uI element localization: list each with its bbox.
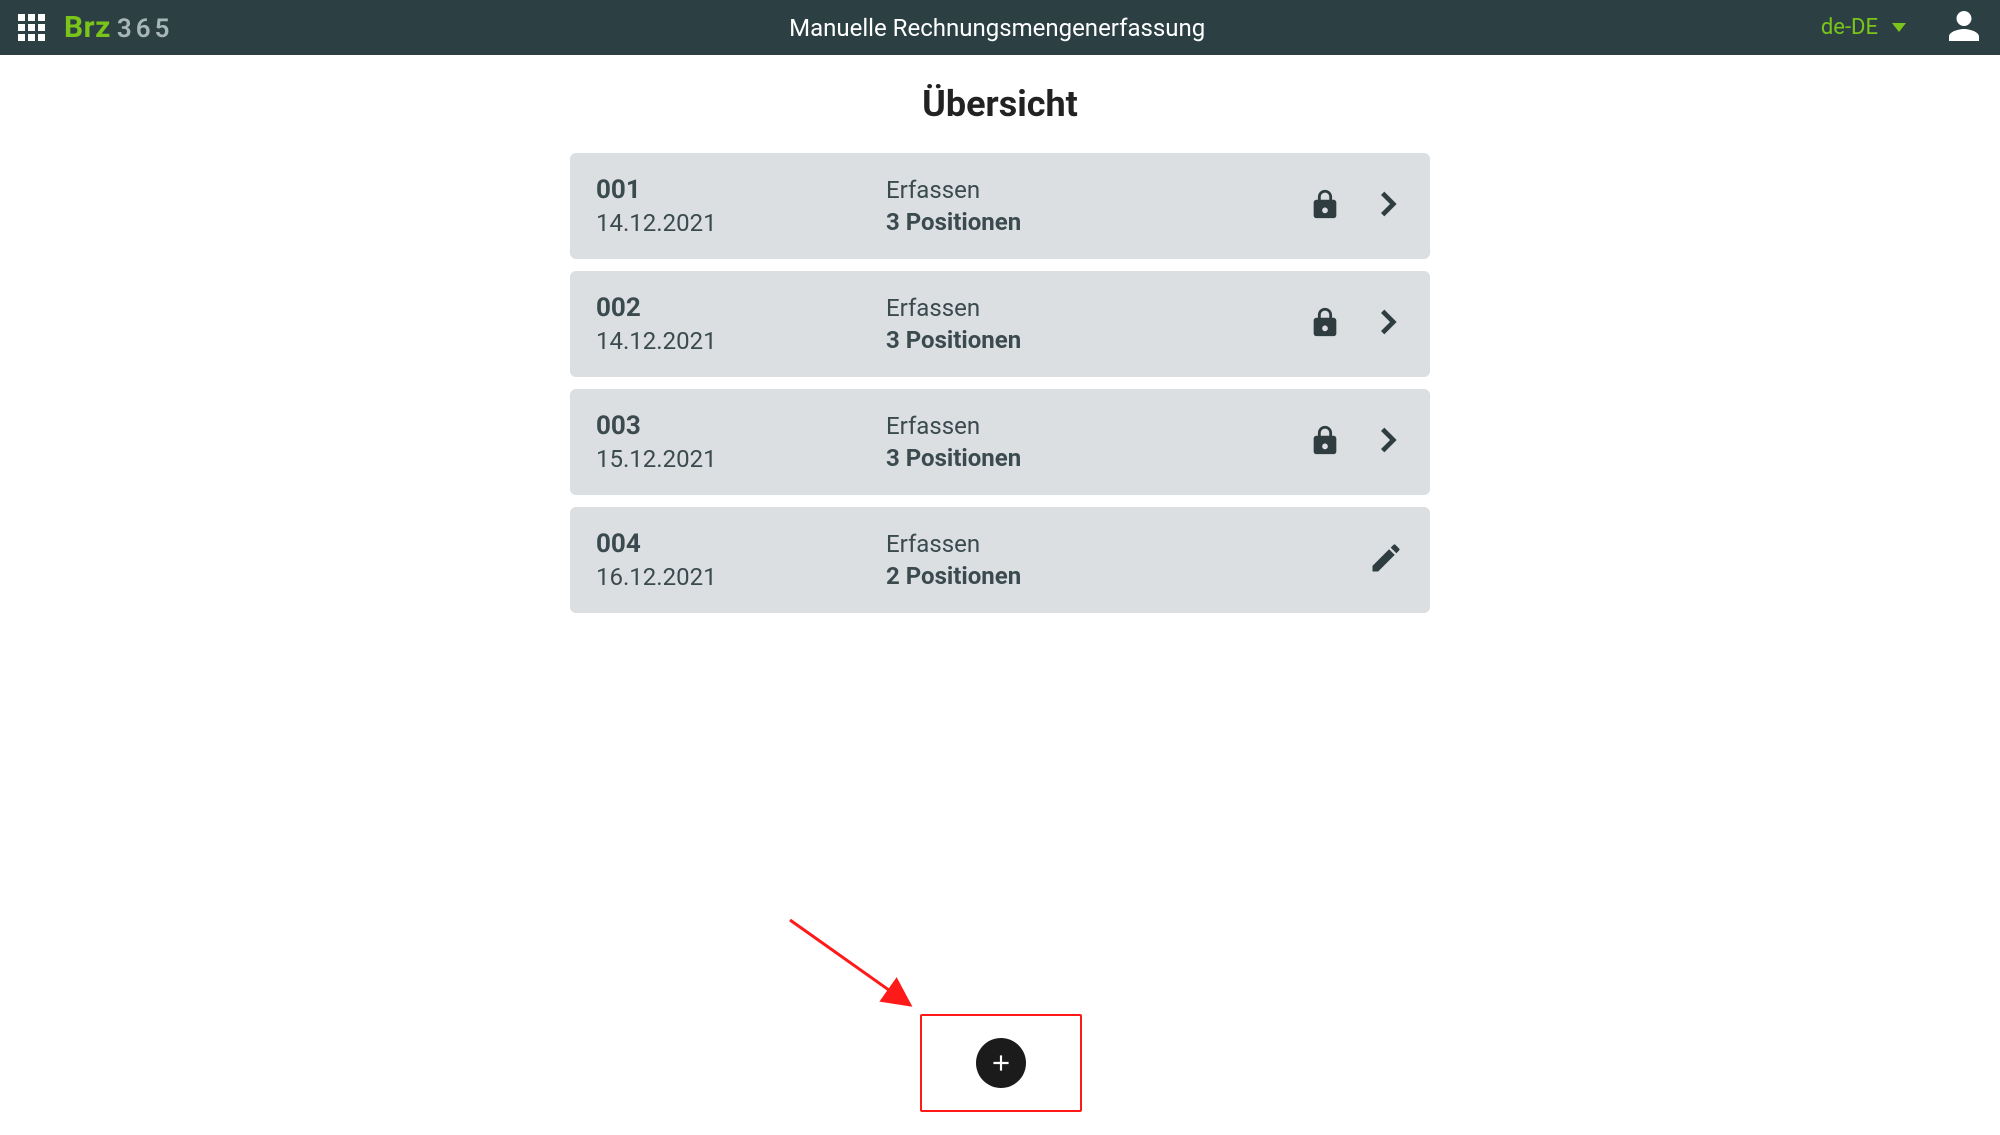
entry-id-col: 001 14.12.2021 <box>596 175 886 237</box>
entry-status: Erfassen <box>886 176 1308 204</box>
app-title: Manuelle Rechnungsmengenerfassung <box>173 14 1820 42</box>
list-item[interactable]: 004 16.12.2021Erfassen 2 Positionen <box>570 507 1430 613</box>
brand-logo: Brz365 <box>64 10 173 45</box>
entry-date: 15.12.2021 <box>596 445 886 473</box>
entry-id: 001 <box>596 175 886 205</box>
edit-icon[interactable] <box>1368 540 1404 580</box>
entry-id-col: 004 16.12.2021 <box>596 529 886 591</box>
entry-positions: 3 Positionen <box>886 444 1308 472</box>
entry-icons <box>1308 302 1404 346</box>
logo-main: Brz <box>64 10 111 45</box>
entries-list: 00114.12.2021Erfassen3 Positionen00214.1… <box>570 153 1430 613</box>
entry-id-col: 002 14.12.2021 <box>596 293 886 355</box>
entry-date: 16.12.2021 <box>596 563 886 591</box>
language-label: de-DE <box>1821 15 1878 40</box>
list-item[interactable]: 002 14.12.2021Erfassen 3 Positionen <box>570 271 1430 377</box>
entry-positions: 2 Positionen <box>886 562 1368 590</box>
user-menu-icon[interactable] <box>1946 8 1982 48</box>
entry-status: Erfassen <box>886 294 1308 322</box>
lock-icon <box>1308 420 1342 464</box>
entry-id: 002 <box>596 293 886 323</box>
entry-status: Erfassen <box>886 530 1368 558</box>
entry-status-col: Erfassen 3 Positionen <box>886 294 1308 354</box>
add-button[interactable] <box>976 1038 1026 1088</box>
entry-date: 14.12.2021 <box>596 327 886 355</box>
entry-id: 003 <box>596 411 886 441</box>
page-title: Übersicht <box>0 83 2000 125</box>
annotation-highlight-box <box>920 1014 1082 1112</box>
chevron-down-icon <box>1892 23 1906 32</box>
entry-icons <box>1368 540 1404 580</box>
lock-icon <box>1308 302 1342 346</box>
entry-status: Erfassen <box>886 412 1308 440</box>
logo-sub: 365 <box>117 14 174 44</box>
chevron-right-icon[interactable] <box>1372 420 1404 464</box>
entry-status-col: Erfassen 3 Positionen <box>886 176 1308 236</box>
language-selector[interactable]: de-DE <box>1821 15 1906 40</box>
entry-id-col: 003 15.12.2021 <box>596 411 886 473</box>
chevron-right-icon[interactable] <box>1372 302 1404 346</box>
list-item[interactable]: 001 14.12.2021Erfassen 3 Positionen <box>570 153 1430 259</box>
entry-status-col: Erfassen 3 Positionen <box>886 412 1308 472</box>
entry-id: 004 <box>596 529 886 559</box>
plus-icon <box>988 1050 1014 1076</box>
list-item[interactable]: 003 15.12.2021Erfassen 3 Positionen <box>570 389 1430 495</box>
top-bar: Brz365 Manuelle Rechnungsmengenerfassung… <box>0 0 2000 55</box>
entry-icons <box>1308 420 1404 464</box>
entry-status-col: Erfassen 2 Positionen <box>886 530 1368 590</box>
entry-icons <box>1308 184 1404 228</box>
chevron-right-icon[interactable] <box>1372 184 1404 228</box>
lock-icon <box>1308 184 1342 228</box>
annotation-arrow <box>780 910 940 1030</box>
apps-menu-icon[interactable] <box>18 14 46 42</box>
entry-date: 14.12.2021 <box>596 209 886 237</box>
entry-positions: 3 Positionen <box>886 326 1308 354</box>
entry-positions: 3 Positionen <box>886 208 1308 236</box>
